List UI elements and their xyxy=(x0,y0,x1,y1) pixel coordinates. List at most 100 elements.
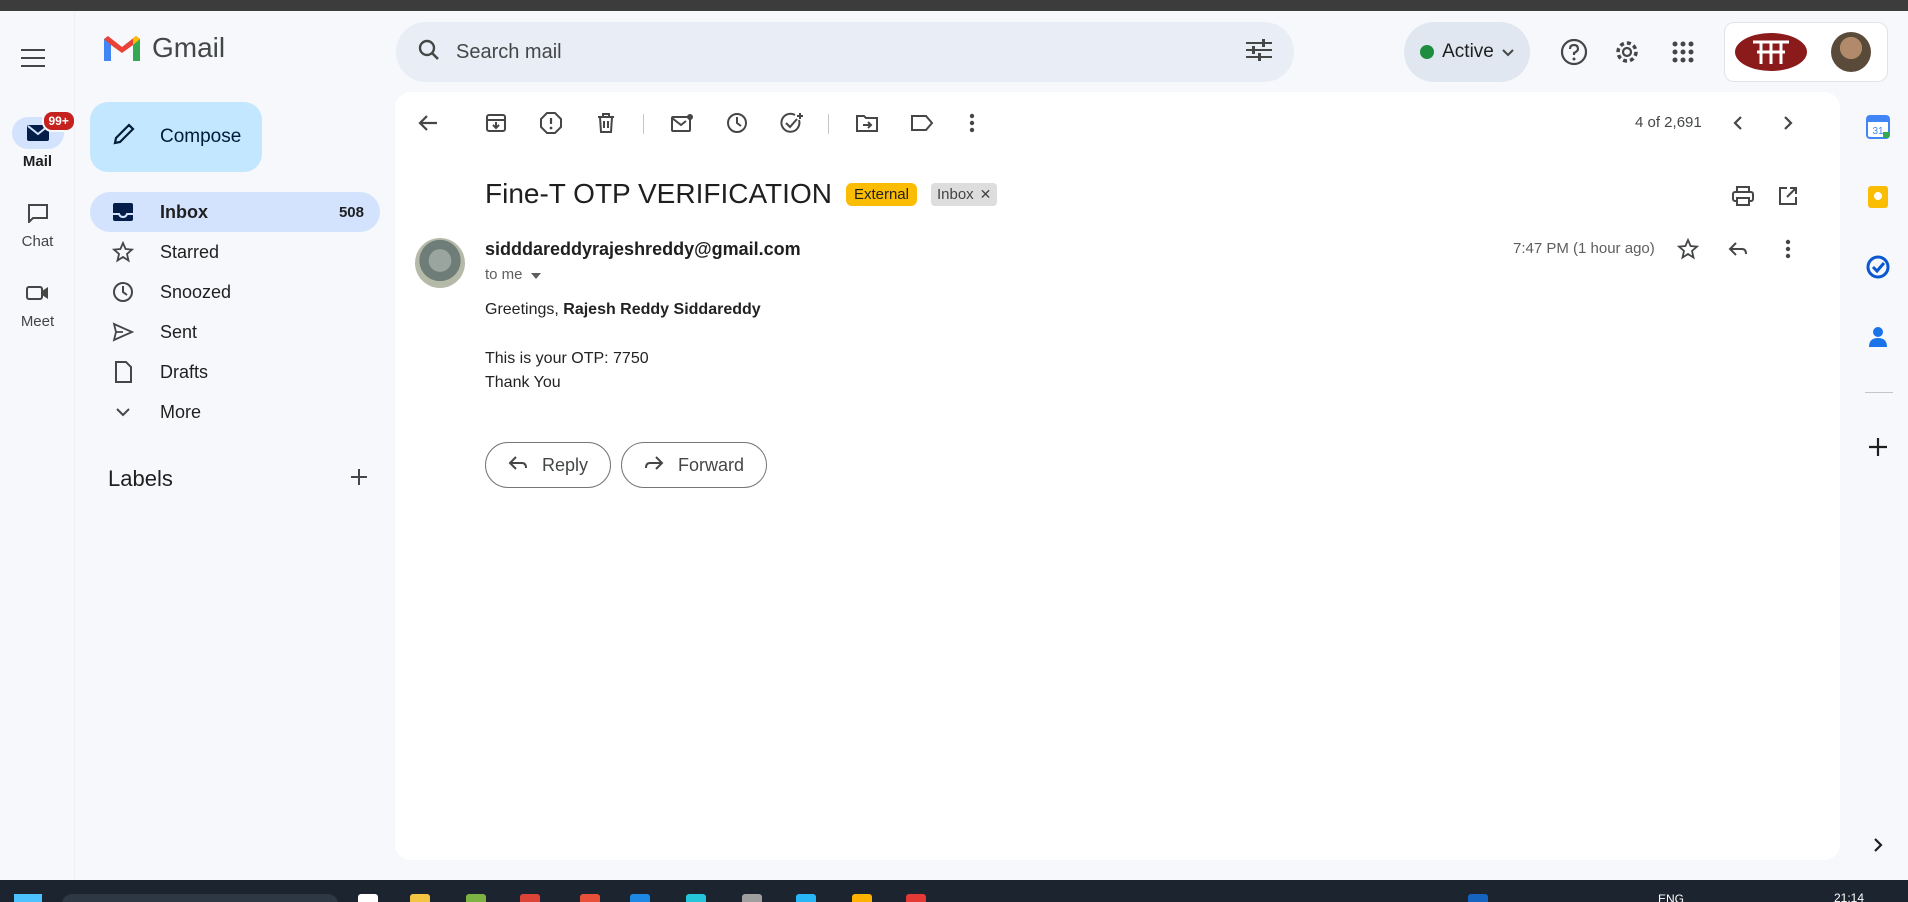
message-more-vert-icon[interactable] xyxy=(1772,233,1804,265)
report-spam-icon[interactable] xyxy=(535,107,567,139)
rail-mail[interactable]: 99+ Mail xyxy=(0,110,76,170)
nav-drafts[interactable]: Drafts xyxy=(90,352,380,392)
organization-logo xyxy=(1735,33,1807,71)
search-options-icon[interactable] xyxy=(1246,38,1272,66)
compose-button[interactable]: Compose xyxy=(90,102,262,172)
back-arrow-icon[interactable] xyxy=(412,107,444,139)
chevron-right-icon[interactable] xyxy=(1772,107,1804,139)
taskbar-app-icon[interactable] xyxy=(580,894,600,902)
star-icon xyxy=(112,241,134,263)
taskbar-app-icon[interactable] xyxy=(796,894,816,902)
calendar-day: 31 xyxy=(1872,126,1884,137)
unread-badge: 99+ xyxy=(41,110,76,132)
user-avatar[interactable] xyxy=(1831,32,1871,72)
delete-trash-icon[interactable] xyxy=(590,107,622,139)
taskbar-app-icon[interactable] xyxy=(1468,894,1488,902)
system-clock[interactable]: 21:14 xyxy=(1834,891,1864,902)
rail-chat[interactable]: Chat xyxy=(0,197,75,250)
external-tag: External xyxy=(845,182,917,206)
mail-nav: Inbox 508 Starred Snoozed Sent Drafts Mo… xyxy=(90,192,380,432)
nav-starred-label: Starred xyxy=(160,241,220,262)
rail-meet-label: Meet xyxy=(20,313,55,330)
message-panel: 4 of 2,691 Fine-T OTP VERIFICATION Exter… xyxy=(395,92,1840,860)
chevron-left-icon[interactable] xyxy=(1722,107,1754,139)
search-input[interactable] xyxy=(456,40,1246,64)
settings-gear-icon[interactable] xyxy=(1611,36,1643,68)
taskbar-app-icon[interactable] xyxy=(852,894,872,902)
remove-label-close-icon[interactable]: ✕ xyxy=(980,186,992,203)
main-menu-icon[interactable] xyxy=(18,43,48,73)
chrome-icon[interactable] xyxy=(520,894,540,902)
forward-icon xyxy=(644,455,664,476)
search-icon[interactable] xyxy=(418,39,440,66)
tasks-icon[interactable] xyxy=(1863,252,1893,282)
keyboard-language[interactable]: ENG xyxy=(1658,892,1684,902)
contacts-icon[interactable] xyxy=(1863,322,1893,352)
open-in-new-window-icon[interactable] xyxy=(1772,180,1804,212)
more-vert-icon[interactable] xyxy=(956,107,988,139)
windows-start-icon[interactable] xyxy=(14,894,42,902)
archive-icon[interactable] xyxy=(480,107,512,139)
account-switcher[interactable] xyxy=(1724,22,1888,82)
nav-sent-label: Sent xyxy=(160,321,198,342)
search-bar[interactable] xyxy=(396,22,1294,82)
recipient-name: Rajesh Reddy Siddareddy xyxy=(563,301,761,318)
calendar-icon[interactable]: 31 xyxy=(1863,112,1893,142)
show-side-panel-chevron-icon[interactable] xyxy=(1863,830,1893,860)
inbox-count: 508 xyxy=(338,203,364,221)
gmail-logo[interactable]: Gmail xyxy=(102,32,225,64)
draft-file-icon xyxy=(112,361,134,383)
get-addons-plus-icon[interactable] xyxy=(1863,432,1893,462)
apps-grid-icon[interactable] xyxy=(1667,36,1699,68)
taskbar-app-icon[interactable] xyxy=(358,894,378,902)
nav-snoozed[interactable]: Snoozed xyxy=(90,272,380,312)
reply-button[interactable]: Reply xyxy=(485,442,612,488)
keep-notes-icon[interactable] xyxy=(1863,182,1893,212)
chevron-down-icon xyxy=(112,401,134,423)
taskbar-search[interactable] xyxy=(62,894,338,902)
sender-email[interactable]: sidddareddyrajeshreddy@gmail.com xyxy=(485,239,801,260)
nav-starred[interactable]: Starred xyxy=(90,232,380,272)
nav-more[interactable]: More xyxy=(90,392,380,432)
forward-label: Forward xyxy=(678,454,745,475)
side-panel-divider xyxy=(1865,392,1893,393)
forward-button[interactable]: Forward xyxy=(621,442,768,488)
pencil-icon xyxy=(112,122,136,152)
nav-sent[interactable]: Sent xyxy=(90,312,380,352)
send-icon xyxy=(112,321,134,343)
signoff-line: Thank You xyxy=(485,374,561,391)
label-tag-icon[interactable] xyxy=(906,107,938,139)
taskbar-app-icon[interactable] xyxy=(466,894,486,902)
clock-icon xyxy=(112,281,134,303)
status-dropdown[interactable]: Active xyxy=(1404,22,1530,82)
taskbar-app-icon[interactable] xyxy=(630,894,650,902)
help-icon[interactable] xyxy=(1558,36,1590,68)
otp-line: This is your OTP: 7750 xyxy=(485,350,649,367)
status-label: Active xyxy=(1442,41,1494,62)
sender-avatar[interactable] xyxy=(415,238,465,288)
taskbar-app-icon[interactable] xyxy=(742,894,762,902)
move-to-folder-icon[interactable] xyxy=(851,107,883,139)
add-to-tasks-icon[interactable] xyxy=(776,107,808,139)
star-icon[interactable] xyxy=(1672,233,1704,265)
rail-meet[interactable]: Meet xyxy=(0,277,75,330)
gmail-m-icon xyxy=(104,36,140,61)
mark-unread-icon[interactable] xyxy=(666,107,698,139)
reply-arrow-icon[interactable] xyxy=(1722,233,1754,265)
compose-label: Compose xyxy=(160,126,242,147)
taskbar-app-icon[interactable] xyxy=(686,894,706,902)
print-icon[interactable] xyxy=(1727,180,1759,212)
app-rail: 99+ Mail Chat Meet xyxy=(0,11,76,880)
reply-label: Reply xyxy=(542,454,589,475)
toolbar-divider xyxy=(828,114,829,134)
nav-inbox[interactable]: Inbox 508 xyxy=(90,192,380,232)
inbox-label-chip[interactable]: Inbox ✕ xyxy=(930,182,998,206)
snooze-clock-icon[interactable] xyxy=(721,107,753,139)
taskbar-app-icon[interactable] xyxy=(906,894,926,902)
nav-inbox-label: Inbox xyxy=(160,201,208,222)
recipient-details[interactable]: to me xyxy=(485,266,541,283)
file-explorer-icon[interactable] xyxy=(410,894,430,902)
add-label-plus-icon[interactable] xyxy=(350,466,368,492)
nav-drafts-label: Drafts xyxy=(160,361,209,382)
inbox-label-text: Inbox xyxy=(936,185,974,203)
